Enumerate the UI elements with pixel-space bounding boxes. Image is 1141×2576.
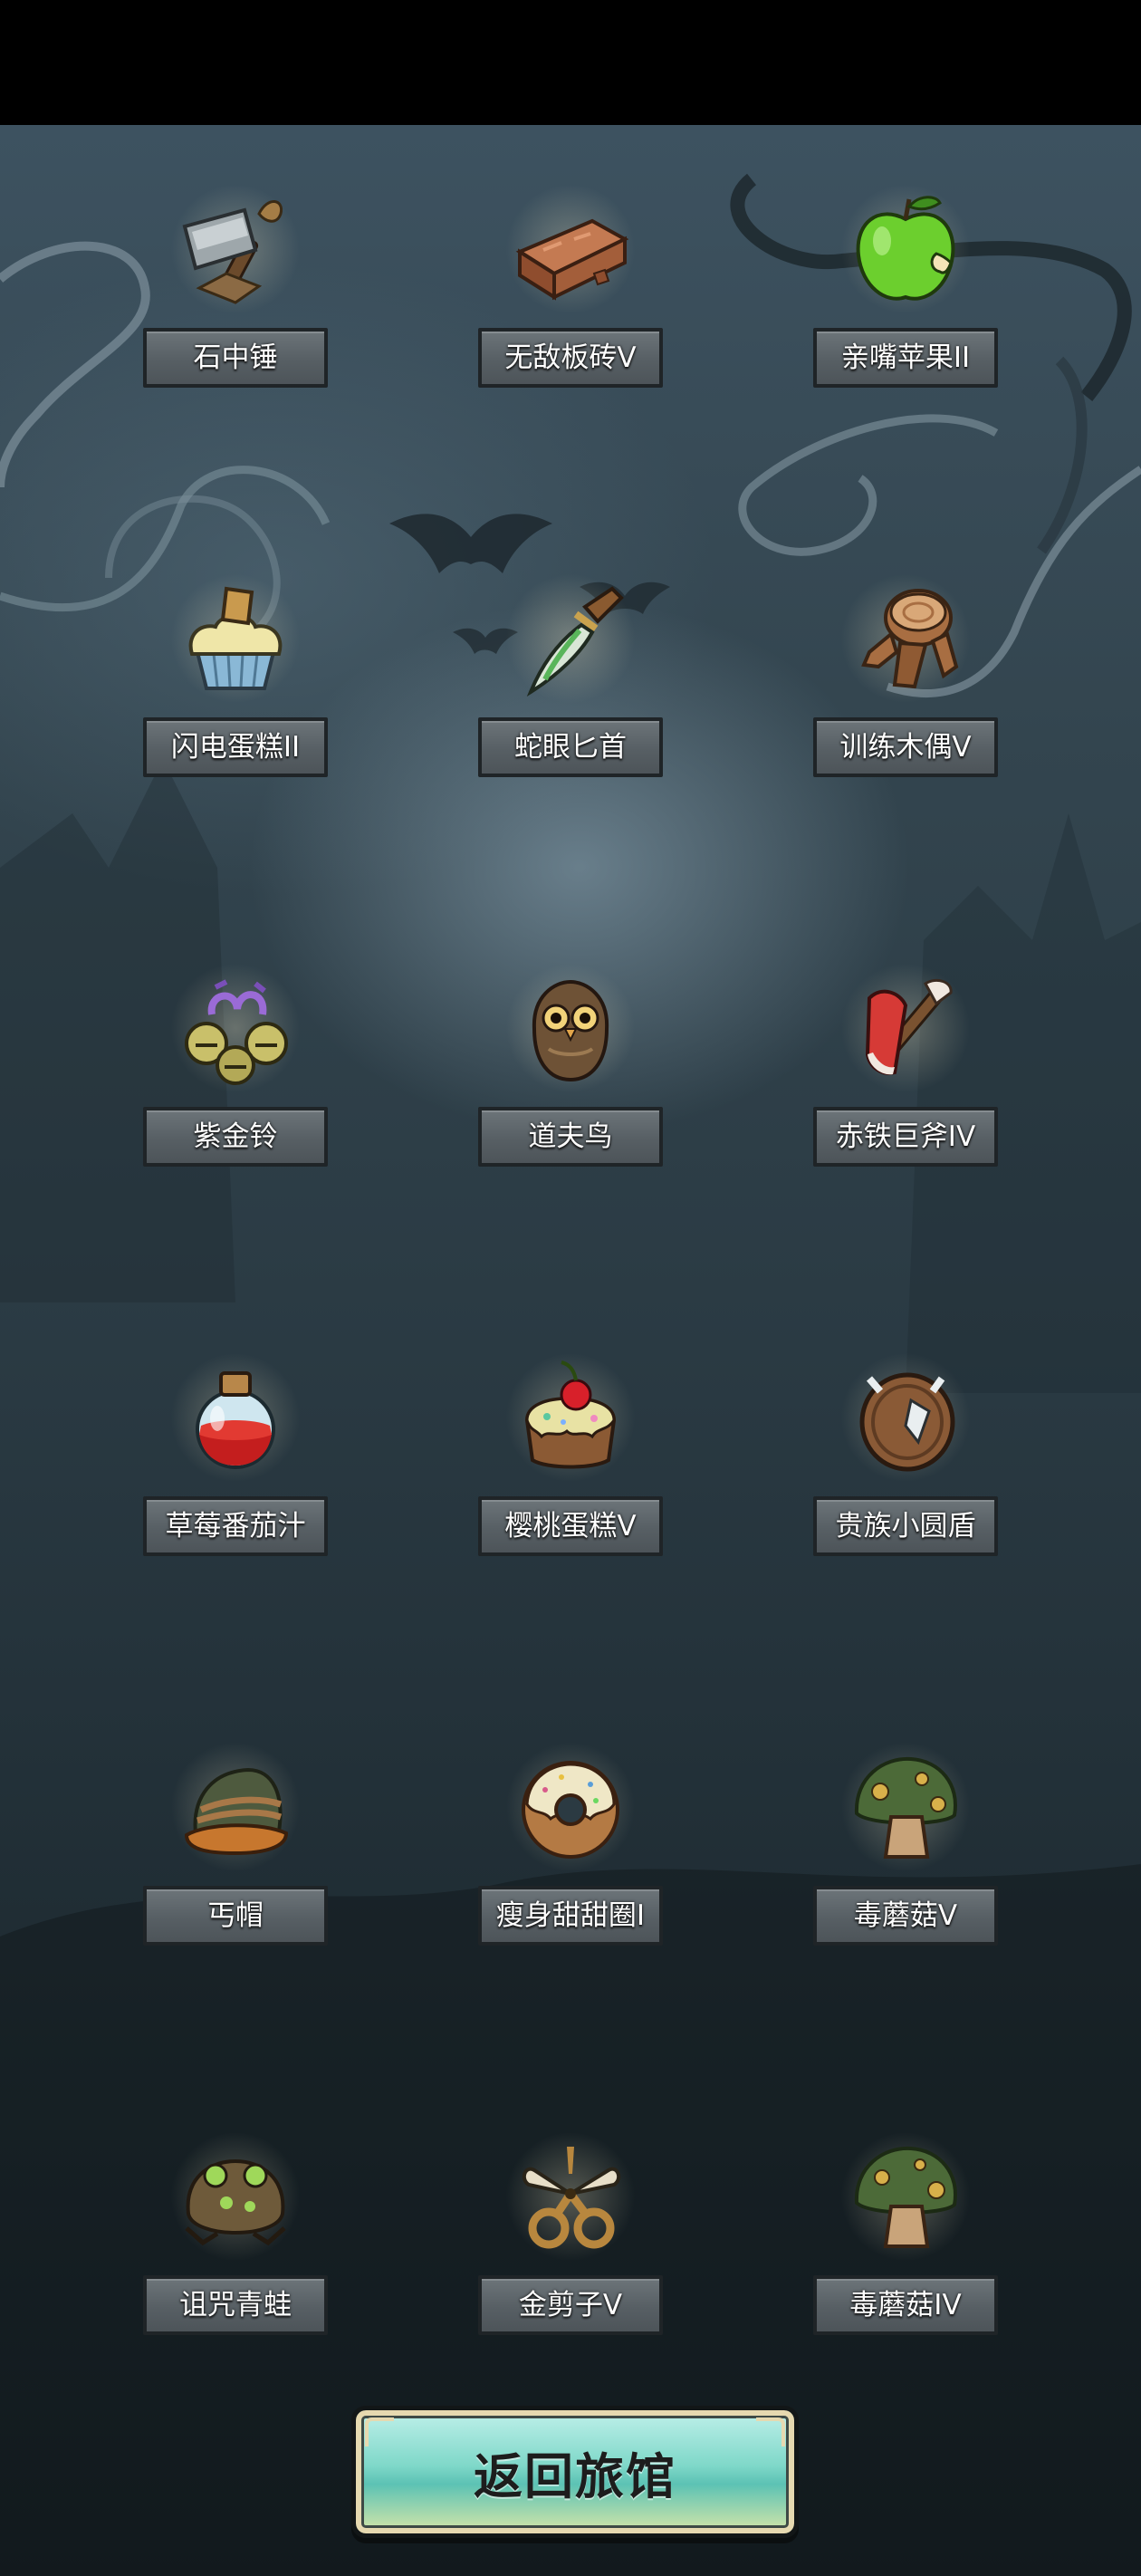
item-name: 诅咒青蛙 <box>143 2275 328 2335</box>
dagger-icon <box>526 586 624 697</box>
item-slot[interactable]: 训练木偶V <box>813 571 998 788</box>
item-name: 道夫鸟 <box>478 1107 663 1167</box>
item-slot[interactable]: 道夫鸟 <box>478 960 663 1177</box>
axe-icon <box>865 978 953 1075</box>
item-name: 金剪子V <box>478 2275 663 2335</box>
hammer-icon <box>182 200 283 304</box>
item-name: 亲嘴苹果II <box>813 328 998 388</box>
item-slot[interactable]: 亲嘴苹果II <box>813 181 998 399</box>
mushroom-icon <box>854 1756 957 1859</box>
corner-ornament-icon <box>365 2417 394 2446</box>
donut-icon <box>522 1761 619 1859</box>
item-slot[interactable]: 金剪子V <box>478 2129 663 2346</box>
item-name: 毒蘑菇IV <box>813 2275 998 2335</box>
shield-icon <box>859 1372 955 1472</box>
owl-icon <box>532 979 609 1082</box>
item-name: 蛇眼匕首 <box>478 717 663 777</box>
item-slot[interactable]: 赤铁巨斧IV <box>813 960 998 1177</box>
item-name: 樱桃蛋糕V <box>478 1496 663 1556</box>
frog-icon <box>185 2158 286 2246</box>
item-name: 紫金铃 <box>143 1107 328 1167</box>
item-slot[interactable]: 毒蘑菇V <box>813 1739 998 1956</box>
item-name: 石中锤 <box>143 328 328 388</box>
item-slot[interactable]: 贵族小圆盾 <box>813 1350 998 1567</box>
item-name: 赤铁巨斧IV <box>813 1107 998 1167</box>
beanie-icon <box>184 1767 289 1856</box>
item-slot[interactable]: 石中锤 <box>143 181 328 399</box>
item-name: 瘦身甜甜圈I <box>478 1886 663 1946</box>
item-name: 贵族小圆盾 <box>813 1496 998 1556</box>
item-slot[interactable]: 毒蘑菇IV <box>813 2129 998 2346</box>
wooden-dummy-icon <box>861 589 959 689</box>
top-black-bar <box>0 0 1141 125</box>
item-slot[interactable]: 丐帽 <box>143 1739 328 1956</box>
bells-icon <box>185 979 288 1085</box>
item-name: 闪电蛋糕II <box>143 717 328 777</box>
return-to-tavern-button[interactable]: 返回旅馆 <box>351 2406 799 2538</box>
potion-icon <box>196 1371 275 1469</box>
mushroom-icon <box>854 2146 957 2248</box>
item-slot[interactable]: 紫金铃 <box>143 960 328 1177</box>
item-name: 草莓番茄汁 <box>143 1496 328 1556</box>
item-grid: 石中锤 无敌板砖V 亲嘴苹果II 闪电蛋糕II 蛇眼匕首 训练木偶V 紫金铃 道… <box>0 125 1141 2576</box>
return-to-tavern-label: 返回旅馆 <box>474 2447 676 2505</box>
item-slot[interactable]: 瘦身甜甜圈I <box>478 1739 663 1956</box>
cherry-cake-icon <box>524 1360 617 1469</box>
scissors-icon <box>522 2147 621 2249</box>
item-slot[interactable]: 无敌板砖V <box>478 181 663 399</box>
apple-icon <box>856 196 955 301</box>
item-slot[interactable]: 蛇眼匕首 <box>478 571 663 788</box>
item-slot[interactable]: 闪电蛋糕II <box>143 571 328 788</box>
corner-ornament-icon <box>756 2417 785 2446</box>
item-slot[interactable]: 樱桃蛋糕V <box>478 1350 663 1567</box>
cupcake-icon <box>188 586 283 690</box>
brick-icon <box>515 218 629 301</box>
item-name: 无敌板砖V <box>478 328 663 388</box>
inventory-scene: 石中锤 无敌板砖V 亲嘴苹果II 闪电蛋糕II 蛇眼匕首 训练木偶V 紫金铃 道… <box>0 125 1141 2576</box>
item-slot[interactable]: 草莓番茄汁 <box>143 1350 328 1567</box>
item-slot[interactable]: 诅咒青蛙 <box>143 2129 328 2346</box>
item-name: 训练木偶V <box>813 717 998 777</box>
item-name: 毒蘑菇V <box>813 1886 998 1946</box>
item-name: 丐帽 <box>143 1886 328 1946</box>
